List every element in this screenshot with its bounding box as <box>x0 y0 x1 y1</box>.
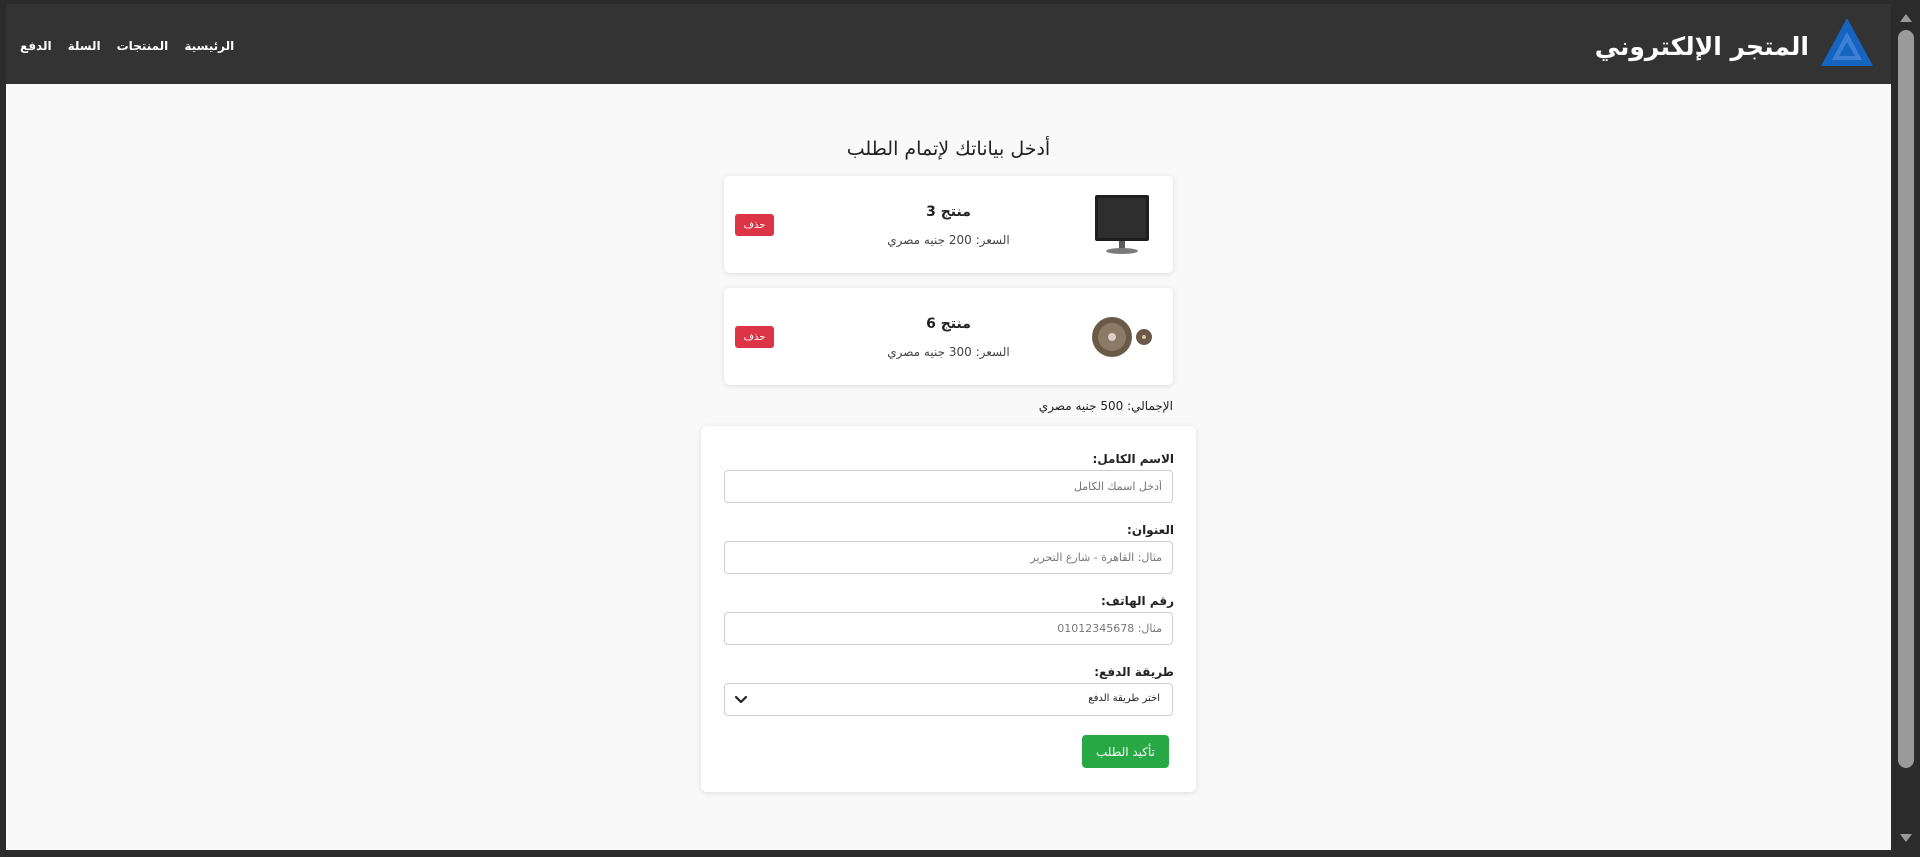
main-nav: الدفع السلة المنتجات الرئيسية <box>20 39 234 53</box>
item-price: السعر: 300 جنيه مصري <box>887 345 1010 359</box>
browser-viewport: المتجر الإلكتروني الدفع السلة المنتجات ا… <box>6 4 1891 850</box>
checkout-form: الاسم الكامل: العنوان: رقم الهاتف: طريقة… <box>701 426 1196 792</box>
phone-input[interactable] <box>724 612 1173 645</box>
nav-link-products[interactable]: المنتجات <box>117 39 169 53</box>
confirm-order-button[interactable]: تأكيد الطلب <box>1082 735 1169 768</box>
phone-label: رقم الهاتف: <box>1101 594 1174 608</box>
scrollbar-thumb[interactable] <box>1898 30 1914 768</box>
address-label: العنوان: <box>1127 523 1174 537</box>
cart-item: منتج 3 السعر: 200 جنيه مصري حذف <box>724 176 1173 273</box>
brand-title: المتجر الإلكتروني <box>1594 31 1809 61</box>
item-name: منتج 3 <box>926 204 971 220</box>
full-name-label: الاسم الكامل: <box>1092 452 1174 466</box>
nav-link-cart[interactable]: السلة <box>68 39 101 53</box>
scrollbar[interactable] <box>1891 4 1920 850</box>
nav-link-home[interactable]: الرئيسية <box>184 39 234 53</box>
full-name-input[interactable] <box>724 470 1173 503</box>
item-price: السعر: 200 جنيه مصري <box>887 233 1010 247</box>
logo-icon <box>1819 16 1875 76</box>
item-name: منتج 6 <box>926 316 971 332</box>
chevron-down-icon <box>731 690 751 713</box>
monitor-icon <box>1086 190 1158 260</box>
delete-button[interactable]: حذف <box>735 326 774 348</box>
cart-item: منتج 6 السعر: 300 جنيه مصري حذف <box>724 288 1173 385</box>
brand[interactable]: المتجر الإلكتروني <box>1595 18 1875 74</box>
site-header: المتجر الإلكتروني الدفع السلة المنتجات ا… <box>6 4 1891 84</box>
cart-total: الإجمالي: 500 جنيه مصري <box>1038 399 1173 413</box>
payment-method-select[interactable]: اختر طريقة الدفع <box>724 683 1173 716</box>
page-title: أدخل بياناتك لإتمام الطلب <box>846 138 1051 160</box>
payment-method-selected: اختر طريقة الدفع <box>1088 693 1160 704</box>
scroll-down-icon[interactable] <box>1898 830 1914 846</box>
payment-method-label: طريقة الدفع: <box>1094 665 1174 679</box>
delete-button[interactable]: حذف <box>735 214 774 236</box>
disc-icon <box>1086 302 1158 372</box>
address-input[interactable] <box>724 541 1173 574</box>
nav-link-checkout[interactable]: الدفع <box>20 39 52 53</box>
scroll-up-icon[interactable] <box>1898 10 1914 26</box>
